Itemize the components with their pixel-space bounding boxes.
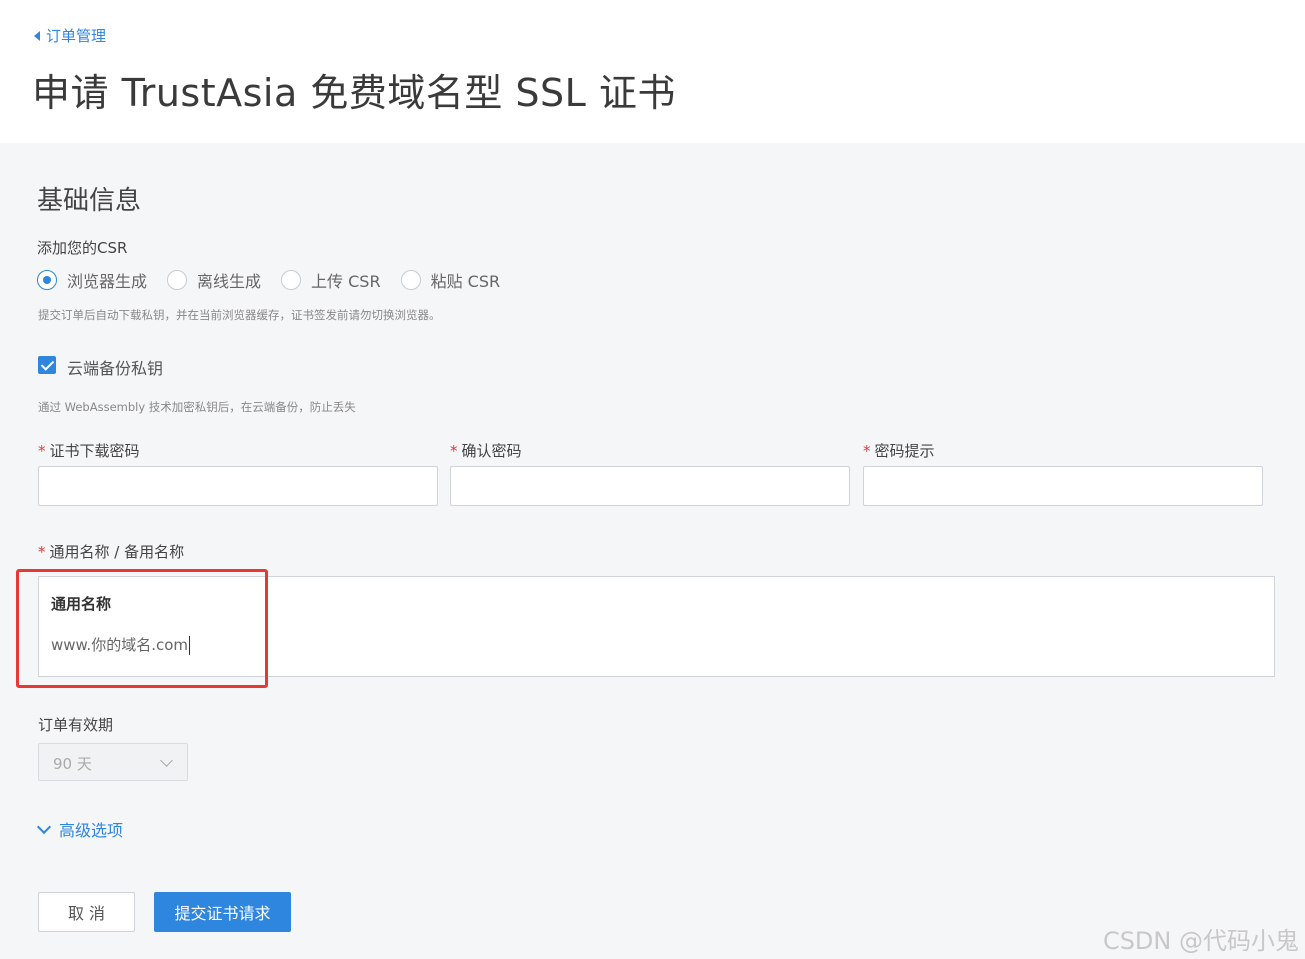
- page-header: 订单管理 申请 TrustAsia 免费域名型 SSL 证书: [0, 0, 1305, 143]
- required-mark: *: [450, 442, 458, 460]
- radio-offline-generate[interactable]: 离线生成: [167, 268, 261, 292]
- password-hint-input[interactable]: [863, 466, 1263, 506]
- caret-left-icon: [34, 30, 40, 41]
- names-editor[interactable]: 通用名称 www.你的域名.com: [38, 576, 1275, 677]
- backup-label: 云端备份私钥: [67, 359, 164, 378]
- submit-button[interactable]: 提交证书请求: [154, 892, 291, 932]
- required-mark: *: [38, 442, 46, 460]
- radio-label: 离线生成: [197, 272, 262, 291]
- backup-checkbox[interactable]: [38, 356, 56, 374]
- label-text: 证书下载密码: [49, 442, 140, 460]
- cancel-button[interactable]: 取 消: [38, 892, 135, 932]
- radio-label: 浏览器生成: [67, 272, 148, 291]
- password-hint-label: * 密码提示: [863, 440, 935, 461]
- label-text: 通用名称 / 备用名称: [49, 543, 185, 561]
- csr-hint: 提交订单后自动下载私钥，并在当前浏览器缓存，证书签发前请勿切换浏览器。: [38, 308, 441, 322]
- radio-circle-icon: [400, 270, 421, 290]
- chevron-down-icon: [160, 754, 173, 767]
- label-text: 确认密码: [461, 442, 522, 460]
- confirm-password-label: * 确认密码: [450, 440, 522, 461]
- common-name-value: www.你的域名.com: [51, 636, 188, 654]
- validity-select[interactable]: 90 天: [38, 743, 188, 781]
- watermark: CSDN @代码小鬼: [1102, 927, 1299, 955]
- back-link-label: 订单管理: [46, 27, 107, 45]
- radio-browser-generate[interactable]: 浏览器生成: [37, 268, 147, 292]
- csr-label: 添加您的CSR: [37, 239, 128, 257]
- radio-label: 粘贴 CSR: [430, 272, 501, 291]
- radio-upload-csr[interactable]: 上传 CSR: [281, 268, 381, 292]
- common-name-title: 通用名称: [51, 595, 112, 613]
- chevron-down-icon: [36, 819, 52, 835]
- back-link-orders[interactable]: 订单管理: [34, 25, 106, 46]
- text-cursor: [189, 636, 190, 655]
- advanced-options-label: 高级选项: [59, 821, 124, 840]
- radio-circle-icon: [281, 270, 302, 290]
- validity-select-value: 90 天: [53, 755, 92, 773]
- backup-hint: 通过 WebAssembly 技术加密私钥后，在云端备份，防止丢失: [38, 400, 356, 414]
- csr-radio-group: 浏览器生成 离线生成 上传 CSR 粘贴 CSR: [37, 268, 520, 292]
- section-title-basic: 基础信息: [37, 186, 142, 216]
- radio-circle-icon: [37, 270, 57, 290]
- required-mark: *: [863, 442, 871, 460]
- label-text: 密码提示: [874, 442, 935, 460]
- radio-circle-icon: [167, 270, 188, 290]
- common-name-input[interactable]: www.你的域名.com: [51, 634, 190, 655]
- radio-paste-csr[interactable]: 粘贴 CSR: [400, 268, 501, 292]
- page-title: 申请 TrustAsia 免费域名型 SSL 证书: [32, 71, 676, 115]
- validity-label: 订单有效期: [38, 716, 114, 734]
- download-password-label: * 证书下载密码: [38, 440, 140, 461]
- names-label: * 通用名称 / 备用名称: [38, 541, 184, 562]
- advanced-options-toggle[interactable]: 高级选项: [36, 817, 124, 841]
- radio-label: 上传 CSR: [311, 272, 381, 291]
- download-password-input[interactable]: [38, 466, 438, 506]
- confirm-password-input[interactable]: [450, 466, 850, 506]
- required-mark: *: [38, 543, 46, 561]
